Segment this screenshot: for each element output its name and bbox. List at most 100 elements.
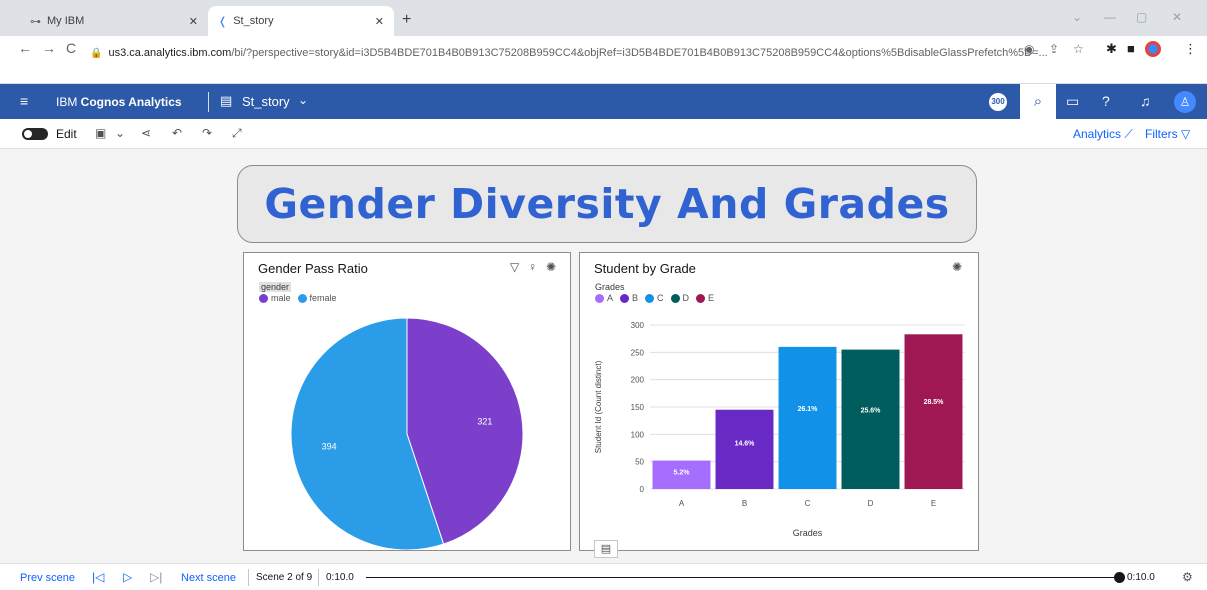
time-start: 0:10.0: [326, 572, 354, 583]
y-tick-label: 250: [631, 348, 645, 357]
scene-indicator[interactable]: Scene 2 of 9: [256, 572, 312, 583]
pie-data-label: 321: [477, 416, 492, 426]
play-icon[interactable]: ▷: [123, 570, 132, 584]
browser-profile-icon[interactable]: [1145, 41, 1161, 57]
settings-icon[interactable]: ⚙: [1182, 570, 1193, 584]
address-bar-row: ← → C 🔒 us3.ca.analytics.ibm.com /bi/?pe…: [0, 36, 1207, 84]
skip-forward-icon[interactable]: ▷|: [150, 570, 162, 584]
bar-D[interactable]: [841, 349, 900, 489]
edit-label: Edit: [56, 127, 77, 141]
browser-tab-strip: ⊶ My IBM ✕ ❬ St_story ✕ + ⌄ — ▢ ✕: [0, 0, 1207, 36]
story-name[interactable]: St_story: [242, 94, 290, 109]
maximize-icon[interactable]: ▢: [1136, 10, 1147, 24]
skip-back-icon[interactable]: |◁: [92, 570, 104, 584]
tab-label: St_story: [233, 15, 274, 27]
analytics-button[interactable]: Analytics ⟋: [1073, 127, 1133, 142]
timeline-track[interactable]: [366, 577, 1120, 578]
pie-data-label: 394: [322, 442, 337, 452]
y-axis-title: Student Id (Count distinct): [594, 360, 603, 453]
tab-search-icon[interactable]: ⌄: [1072, 10, 1082, 24]
x-tick-label: A: [679, 499, 685, 508]
close-tab-icon[interactable]: ✕: [189, 15, 198, 28]
y-tick-label: 100: [631, 430, 645, 439]
help-icon[interactable]: ?: [1102, 93, 1110, 109]
prev-scene-button[interactable]: Prev scene: [20, 572, 75, 584]
reload-icon[interactable]: C: [66, 40, 76, 56]
y-tick-label: 200: [631, 376, 645, 385]
cognos-app-bar: ≡ IBM Cognos Analytics ▤ St_story ⌄ 300 …: [0, 84, 1207, 119]
back-icon[interactable]: ←: [18, 40, 32, 56]
bell-icon[interactable]: ♫: [1140, 93, 1151, 109]
y-tick-label: 0: [640, 485, 645, 494]
bar-data-label: 25.6%: [861, 407, 882, 414]
filters-button[interactable]: Filters ▽: [1145, 127, 1190, 141]
more-menu-icon[interactable]: ⋮: [1184, 41, 1197, 57]
user-avatar-icon[interactable]: ♙: [1174, 91, 1196, 113]
product-name: IBM Cognos Analytics: [56, 95, 182, 109]
edit-toggle[interactable]: [22, 128, 48, 140]
pie-chart: 321 394: [290, 317, 524, 550]
divider: [208, 92, 209, 112]
time-end: 0:10.0: [1127, 572, 1155, 583]
bar-data-label: 14.6%: [735, 440, 756, 447]
share-icon[interactable]: ⋖: [141, 126, 151, 140]
chevron-down-icon[interactable]: ⌄: [298, 93, 308, 107]
notes-toggle-icon[interactable]: ▤: [594, 540, 618, 558]
bar-data-label: 28.5%: [924, 399, 945, 406]
expand-icon[interactable]: ⤢: [232, 126, 242, 141]
bar-data-label: 5.2%: [674, 470, 691, 477]
story-title: Gender Diversity And Grades: [264, 180, 950, 228]
y-tick-label: 50: [635, 458, 644, 467]
divider: [318, 569, 319, 586]
minimize-icon[interactable]: —: [1104, 10, 1116, 24]
y-tick-label: 150: [631, 403, 645, 412]
lock-icon: 🔒: [90, 47, 103, 59]
eye-off-icon[interactable]: ◉: [1024, 42, 1034, 56]
bar-data-label: 26.1%: [798, 406, 819, 413]
x-tick-label: B: [742, 499, 747, 508]
story-icon: ▤: [220, 93, 233, 108]
share-icon[interactable]: ⇪: [1049, 42, 1059, 56]
hamburger-menu-icon[interactable]: ≡: [20, 93, 28, 109]
notification-count-badge[interactable]: 300: [989, 93, 1007, 111]
trend-icon: ⟋: [1124, 127, 1133, 141]
close-tab-icon[interactable]: ✕: [375, 15, 384, 28]
tab-label: My IBM: [47, 15, 85, 27]
bar-C[interactable]: [778, 346, 837, 489]
filter-icon: ▽: [1181, 127, 1191, 141]
sidepanel-icon[interactable]: ■: [1127, 41, 1135, 56]
browser-tab-st-story[interactable]: ❬ St_story ✕: [208, 6, 394, 36]
close-window-icon[interactable]: ✕: [1172, 10, 1182, 24]
bar-E[interactable]: [904, 334, 963, 489]
x-axis-title: Grades: [793, 528, 823, 538]
cognos-logo-icon: ❬: [218, 15, 228, 28]
url-host: us3.ca.analytics.ibm.com: [108, 47, 232, 59]
save-icon[interactable]: ▣: [95, 126, 106, 140]
bar-chart: 0 50 100 150 200 250 300 5.2% A 14.6% B 26.1% C 25.6%…: [594, 321, 965, 538]
browser-tab-my-ibm[interactable]: ⊶ My IBM ✕: [20, 6, 208, 36]
ibm-logo-icon: ⊶: [30, 15, 41, 28]
undo-icon[interactable]: ↶: [172, 126, 182, 140]
divider: [248, 569, 249, 586]
timeline-handle[interactable]: [1114, 572, 1125, 583]
next-scene-button[interactable]: Next scene: [181, 572, 236, 584]
extensions-icon[interactable]: ✱: [1106, 41, 1117, 57]
bar-B[interactable]: [715, 409, 774, 489]
url-path: /bi/?perspective=story&id=i3D5B4BDE701B4…: [231, 47, 1048, 59]
bookmark-star-icon[interactable]: ☆: [1073, 42, 1084, 56]
forward-icon[interactable]: →: [42, 40, 56, 56]
pie-chart-card[interactable]: Gender Pass Ratio ▽ ♀ ✺ gender male fema…: [243, 252, 571, 551]
bar-chart-card[interactable]: Student by Grade ✺ Grades A B C D E 0 50 1…: [579, 252, 979, 551]
redo-icon[interactable]: ↷: [202, 126, 212, 140]
y-tick-label: 300: [631, 321, 645, 330]
story-title-box[interactable]: Gender Diversity And Grades: [237, 165, 977, 243]
search-icon[interactable]: ⌕: [1020, 84, 1056, 119]
x-tick-label: C: [805, 499, 811, 508]
chevron-down-icon[interactable]: ⌄: [115, 126, 125, 140]
new-tab-icon[interactable]: +: [402, 11, 411, 29]
story-toolbar: Edit ▣ ⌄ ⋖ ↶ ↷ ⤢ Analytics ⟋ Filters ▽: [0, 119, 1207, 149]
x-tick-label: D: [868, 499, 874, 508]
scene-navigation-bar: Prev scene |◁ ▷ ▷| Next scene Scene 2 of…: [0, 563, 1207, 590]
url-field[interactable]: 🔒 us3.ca.analytics.ibm.com /bi/?perspect…: [90, 42, 1090, 64]
chat-icon[interactable]: ▭: [1066, 93, 1079, 110]
